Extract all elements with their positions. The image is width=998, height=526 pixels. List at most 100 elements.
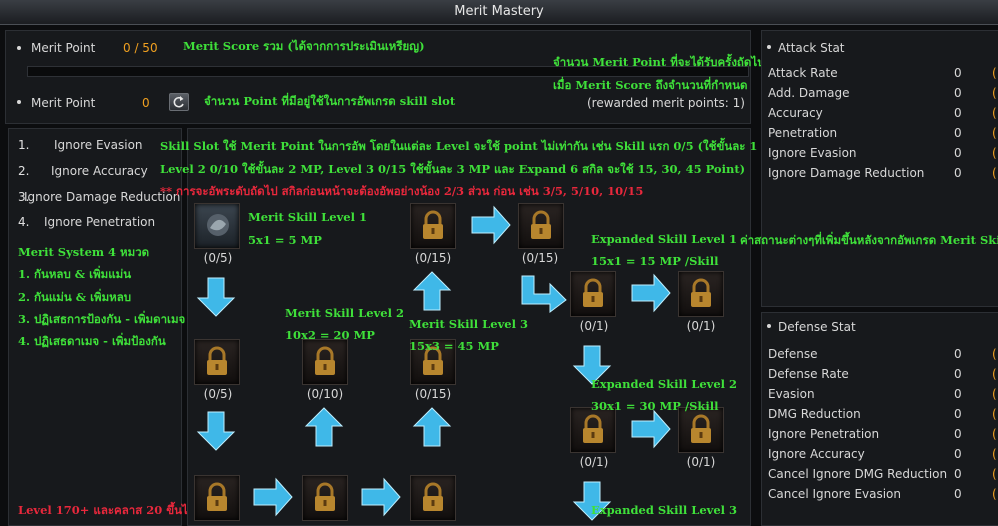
note-system-2: 2. กันแม่น & เพิ่มหลบ (18, 290, 132, 304)
attack-stat-row: Ignore Evasion 0 ( (768, 143, 998, 163)
defense-stat-row: Defense 0 ( (768, 344, 998, 364)
category-2-num: 2. (18, 164, 30, 178)
arrow-up-icon (412, 407, 452, 447)
lock-icon (423, 482, 443, 511)
defense-stat-value: 0 (954, 367, 962, 381)
attack-stat-bonus: ( (992, 106, 997, 120)
merit-score-label: Merit Point (31, 41, 96, 55)
note-lvl2-title: Merit Skill Level 2 (285, 306, 404, 320)
note-lvl1-cost: 5x1 = 5 MP (248, 233, 322, 247)
attack-stat-value: 0 (954, 166, 962, 180)
defense-stat-bonus: ( (992, 487, 997, 501)
note-reward-2: เมื่อ Merit Score ถึงจำนวนที่กำหนด (553, 78, 748, 92)
lock-icon (315, 482, 335, 511)
rewarded-text: (rewarded merit points: 1) (587, 96, 745, 110)
attack-stat-label: Attack Rate (768, 66, 838, 80)
lock-icon (423, 210, 443, 239)
note-system-3: 3. ปฏิเสธการป้องกัน - เพิ่มดาเมจ (18, 312, 186, 326)
merit-score-value: 0 / 50 (123, 41, 158, 55)
attack-stat-bonus: ( (992, 66, 997, 80)
category-1-num: 1. (18, 138, 30, 152)
category-ignore-damage-reduction[interactable]: Ignore Damage Reduction (24, 190, 180, 204)
arrow-right-icon (361, 477, 401, 517)
bullet-icon (767, 45, 771, 49)
attack-stat-value: 0 (954, 126, 962, 140)
defense-stat-bonus: ( (992, 367, 997, 381)
skill-slot-11[interactable] (194, 475, 240, 521)
note-score-total: Merit Score รวม (ได้จากการประเมินเหรียญ) (183, 39, 425, 53)
skill-slot-3[interactable] (518, 203, 564, 249)
skill-slot-1[interactable] (194, 203, 240, 249)
lock-icon (531, 210, 551, 239)
attack-stat-value: 0 (954, 66, 962, 80)
note-exp1-cost: 15x1 = 15 MP /Skill (591, 254, 719, 268)
note-exp3-title: Expanded Skill Level 3 (591, 503, 738, 517)
bullet-icon (17, 46, 21, 50)
defense-stat-value: 0 (954, 347, 962, 361)
note-lvl2-cost: 10x2 = 20 MP (285, 328, 375, 342)
skill-slot-5[interactable] (678, 271, 724, 317)
defense-stat-row: Cancel Ignore Evasion 0 ( (768, 484, 998, 504)
note-system-title: Merit System 4 หมวด (18, 245, 150, 259)
category-ignore-evasion[interactable]: Ignore Evasion (54, 138, 143, 152)
slot-9-count: (0/1) (579, 455, 609, 469)
attack-stat-bonus: ( (992, 146, 997, 160)
reset-button[interactable] (169, 93, 189, 111)
note-exp2-cost: 30x1 = 30 MP /Skill (591, 399, 719, 413)
skill-slot-7[interactable] (302, 339, 348, 385)
window-title: Merit Mastery (0, 0, 998, 25)
category-ignore-penetration[interactable]: Ignore Penetration (44, 215, 155, 229)
note-reward-1: จำนวน Merit Point ที่จะได้รับครั้งถัดไป (553, 55, 765, 69)
arrow-up-icon (304, 407, 344, 447)
skill-slot-6[interactable] (194, 339, 240, 385)
defense-stat-value: 0 (954, 387, 962, 401)
defense-stat-label: Ignore Accuracy (768, 447, 865, 461)
defense-stat-bonus: ( (992, 467, 997, 481)
defense-stat-bonus: ( (992, 427, 997, 441)
skill-slot-9[interactable] (570, 407, 616, 453)
attack-stat-label: Ignore Damage Reduction (768, 166, 925, 180)
attack-stat-bonus: ( (992, 86, 997, 100)
note-lvl3-title: Merit Skill Level 3 (409, 317, 528, 331)
attack-stat-value: 0 (954, 86, 962, 100)
note-lvl1-title: Merit Skill Level 1 (248, 210, 367, 224)
category-ignore-accuracy[interactable]: Ignore Accuracy (51, 164, 148, 178)
defense-stat-row: Cancel Ignore DMG Reduction 0 ( (768, 464, 998, 484)
attack-stat-value: 0 (954, 146, 962, 160)
attack-stat-label: Ignore Evasion (768, 146, 857, 160)
slot-8-count: (0/15) (414, 387, 452, 401)
skill-slot-4[interactable] (570, 271, 616, 317)
slot-5-count: (0/1) (686, 319, 716, 333)
lock-icon (583, 278, 603, 307)
slot-2-count: (0/15) (414, 251, 452, 265)
defense-stat-label: Evasion (768, 387, 815, 401)
note-system-4: 4. ปฏิเสธดาเมจ - เพิ่มป้องกัน (18, 334, 166, 348)
defense-stat-label: Defense Rate (768, 367, 849, 381)
skill-slot-10[interactable] (678, 407, 724, 453)
bullet-icon (17, 100, 21, 104)
note-system-1: 1. กันหลบ & เพิ่มแม่น (18, 267, 132, 281)
defense-stat-label: Ignore Penetration (768, 427, 880, 441)
slot-3-count: (0/15) (521, 251, 559, 265)
arrow-right-icon (631, 273, 671, 313)
attack-stat-label: Accuracy (768, 106, 823, 120)
arrow-turn-icon (521, 275, 567, 313)
defense-stat-value: 0 (954, 427, 962, 441)
lock-icon (691, 278, 711, 307)
note-exp2-title: Expanded Skill Level 2 (591, 377, 738, 391)
lock-icon (691, 414, 711, 443)
slot-7-count: (0/10) (306, 387, 344, 401)
skill-slot-2[interactable] (410, 203, 456, 249)
defense-stat-bonus: ( (992, 387, 997, 401)
arrow-up-icon (412, 271, 452, 311)
lock-icon (315, 346, 335, 375)
arrow-right-icon (253, 477, 293, 517)
skill-slot-12[interactable] (302, 475, 348, 521)
defense-stat-value: 0 (954, 407, 962, 421)
attack-stat-row: Add. Damage 0 ( (768, 83, 998, 103)
note-level-req: Level 170+ และคลาส 20 ขึ้นไป (18, 503, 196, 517)
attack-stat-value: 0 (954, 106, 962, 120)
skill-slot-13[interactable] (410, 475, 456, 521)
lock-icon (583, 414, 603, 443)
attack-stat-label: Penetration (768, 126, 838, 140)
